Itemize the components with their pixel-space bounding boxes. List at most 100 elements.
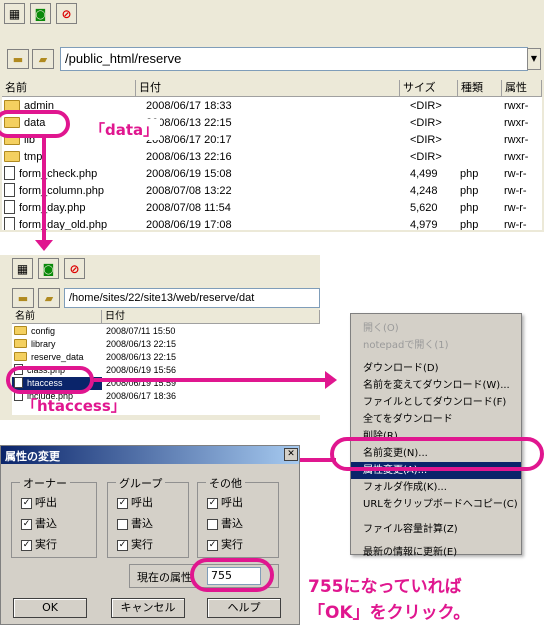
checkbox-label: 書込 bbox=[221, 517, 243, 530]
checkbox-box[interactable] bbox=[207, 518, 218, 530]
checkbox-box[interactable]: ✓ bbox=[21, 539, 32, 551]
checkbox-label: 呼出 bbox=[221, 496, 243, 509]
row-date: 2008/06/17 18:36 bbox=[106, 391, 177, 401]
menu-item[interactable]: ファイル容量計算(Z) bbox=[351, 521, 521, 538]
checkbox-box[interactable]: ✓ bbox=[21, 497, 32, 509]
menu-item[interactable]: ダウンロード(D) bbox=[351, 360, 521, 377]
parent-folder-icon[interactable]: ▬ bbox=[7, 49, 29, 69]
menu-item[interactable]: 最新の情報に更新(E) bbox=[351, 544, 521, 561]
menu-item[interactable]: 開く(O) bbox=[351, 320, 521, 337]
menu-item[interactable]: ファイルとしてダウンロード(F) bbox=[351, 394, 521, 411]
dialog-close-icon[interactable]: ✕ bbox=[284, 448, 298, 461]
cancel-button[interactable]: キャンセル bbox=[111, 598, 185, 618]
path-input[interactable]: /public_html/reserve bbox=[60, 47, 528, 71]
htaccess-highlight-oval bbox=[6, 366, 94, 394]
checkbox-box[interactable]: ✓ bbox=[117, 539, 128, 551]
row-name-text: reserve_data bbox=[31, 352, 84, 362]
table-row[interactable]: reserve_data 2008/06/13 22:15 bbox=[12, 351, 320, 364]
permission-checkbox[interactable]: 書込 bbox=[207, 515, 243, 531]
new-folder-icon[interactable]: ▰ bbox=[32, 49, 54, 69]
row-size: <DIR> bbox=[410, 151, 442, 163]
checkbox-box[interactable]: ✓ bbox=[207, 497, 218, 509]
menu-item[interactable]: フォルダ作成(K)... bbox=[351, 479, 521, 496]
table-row[interactable]: admin 2008/06/17 18:33 <DIR> rwxr- bbox=[2, 98, 542, 115]
row-attr: rw-r- bbox=[504, 185, 527, 197]
col-size[interactable]: サイズ bbox=[400, 80, 458, 97]
permission-checkbox[interactable]: ✓ 書込 bbox=[21, 515, 57, 531]
table-row[interactable]: tmp 2008/06/13 22:16 <DIR> rwxr- bbox=[2, 149, 542, 166]
table-row[interactable]: form_day_old.php 2008/06/19 17:08 4,979 php… bbox=[2, 217, 542, 230]
table-row[interactable]: data 2008/06/13 22:15 <DIR> rwxr- bbox=[2, 115, 542, 132]
path-input-2[interactable]: /home/sites/22/site13/web/reserve/dat bbox=[64, 288, 320, 308]
row-type: php bbox=[460, 202, 479, 214]
arrow-head-right bbox=[325, 371, 337, 389]
list-view-icon[interactable]: ▦ bbox=[4, 3, 25, 24]
row-type: php bbox=[460, 219, 479, 230]
row-name: form_column.php bbox=[4, 183, 136, 199]
path-dropdown-icon[interactable]: ▼ bbox=[527, 48, 541, 70]
data-callout: 「data」 bbox=[88, 119, 161, 140]
parent-folder-icon-2[interactable]: ▬ bbox=[12, 288, 34, 308]
list-view-icon-2[interactable]: ▦ bbox=[12, 258, 33, 279]
table-row[interactable]: form_column.php 2008/07/08 13:22 4,248 php r… bbox=[2, 183, 542, 200]
path-text-2: /home/sites/22/site13/web/reserve/dat bbox=[69, 292, 255, 304]
arrow-data-to-list bbox=[42, 136, 46, 246]
col-name-2[interactable]: 名前 bbox=[12, 310, 102, 324]
menu-item[interactable]: URLをクリップボードへコピー(C) bbox=[351, 496, 521, 513]
permission-checkbox[interactable]: 書込 bbox=[117, 515, 153, 531]
row-date: 2008/07/08 11:54 bbox=[146, 202, 231, 214]
checkbox-box[interactable] bbox=[117, 518, 128, 530]
permission-checkbox[interactable]: ✓ 呼出 bbox=[117, 494, 153, 510]
context-menu: 開く(O) notepadで開く(1) ダウンロード(D) 名前を変えてダウンロード(… bbox=[350, 313, 522, 558]
checkbox-label: 実行 bbox=[131, 538, 153, 551]
permission-checkbox[interactable]: ✓ 呼出 bbox=[21, 494, 57, 510]
data-highlight-oval bbox=[0, 110, 70, 138]
table-row[interactable]: library 2008/06/13 22:15 bbox=[12, 338, 320, 351]
value-highlight-oval bbox=[190, 558, 274, 592]
row-name-text: form_column.php bbox=[19, 185, 104, 197]
menu-item[interactable]: 名前を変えてダウンロード(W)... bbox=[351, 377, 521, 394]
htaccess-callout: 「htaccess」 bbox=[22, 397, 126, 415]
row-date: 2008/06/17 18:33 bbox=[146, 100, 232, 112]
col-date-2[interactable]: 日付 bbox=[102, 310, 320, 324]
permission-checkbox[interactable]: ✓ 実行 bbox=[21, 536, 57, 552]
tree-view-icon-2[interactable]: ◙ bbox=[38, 258, 59, 279]
permission-checkbox[interactable]: ✓ 呼出 bbox=[207, 494, 243, 510]
row-date: 2008/06/13 22:15 bbox=[146, 117, 232, 129]
checkbox-box[interactable]: ✓ bbox=[207, 539, 218, 551]
table-row[interactable]: lib 2008/06/17 20:17 <DIR> rwxr- bbox=[2, 132, 542, 149]
row-date: 2008/07/08 13:22 bbox=[146, 185, 232, 197]
row-name: form_day.php bbox=[4, 200, 136, 216]
col-type[interactable]: 種類 bbox=[458, 80, 502, 97]
permission-checkbox[interactable]: ✓ 実行 bbox=[207, 536, 243, 552]
table-row[interactable]: config 2008/07/11 15:50 bbox=[12, 325, 320, 338]
col-name[interactable]: 名前 bbox=[2, 80, 136, 97]
file-icon bbox=[4, 200, 15, 215]
stop-icon-2[interactable]: ⊘ bbox=[64, 258, 85, 279]
file-icon bbox=[4, 166, 15, 181]
checkbox-box[interactable]: ✓ bbox=[117, 497, 128, 509]
table-row[interactable]: form_check.php 2008/06/19 15:08 4,499 php rw… bbox=[2, 166, 542, 183]
help-button[interactable]: ヘルプ bbox=[207, 598, 281, 618]
new-folder-icon-2[interactable]: ▰ bbox=[38, 288, 60, 308]
menu-item[interactable]: 全てをダウンロード bbox=[351, 411, 521, 428]
col-attr[interactable]: 属性 bbox=[502, 80, 542, 97]
row-name: tmp bbox=[4, 149, 136, 165]
row-name: config bbox=[14, 325, 102, 338]
checkbox-box[interactable]: ✓ bbox=[21, 518, 32, 530]
row-name: form_check.php bbox=[4, 166, 136, 182]
permission-checkbox[interactable]: ✓ 実行 bbox=[117, 536, 153, 552]
col-date[interactable]: 日付 bbox=[136, 80, 400, 97]
arrow-head-down bbox=[35, 240, 53, 251]
row-attr: rwxr- bbox=[504, 151, 529, 163]
checkbox-label: 書込 bbox=[35, 517, 57, 530]
ok-button[interactable]: OK bbox=[13, 598, 87, 618]
row-name-text: form_day.php bbox=[19, 202, 86, 214]
checkbox-label: 実行 bbox=[221, 538, 243, 551]
stop-icon[interactable]: ⊘ bbox=[56, 3, 77, 24]
top-file-list: 名前 日付 サイズ 種類 属性 admin 2008/06/17 18:33 <DI… bbox=[2, 80, 542, 230]
menu-item[interactable]: notepadで開く(1) bbox=[351, 337, 521, 354]
table-row[interactable]: form_day.php 2008/07/08 11:54 5,620 php rw-r… bbox=[2, 200, 542, 217]
instruction-line1: 755になっていれば bbox=[308, 577, 462, 597]
tree-view-icon[interactable]: ◙ bbox=[30, 3, 51, 24]
